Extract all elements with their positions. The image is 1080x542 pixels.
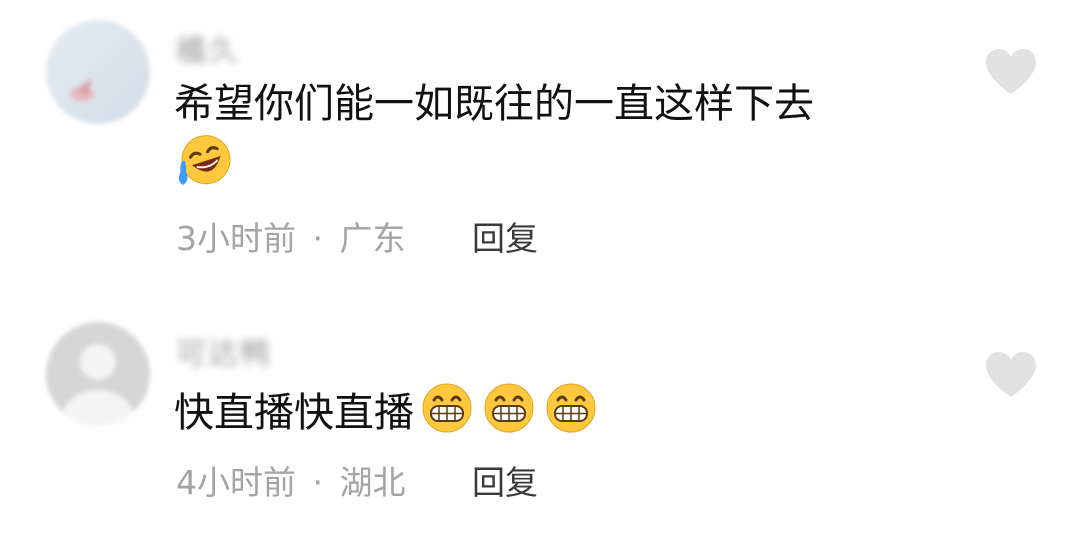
reply-button[interactable]: 回复	[472, 212, 538, 260]
grin-emoji	[546, 383, 596, 433]
comment-text-content: 快直播快直播	[174, 390, 414, 436]
grin-emoji	[422, 383, 472, 433]
meta-separator: ·	[312, 463, 324, 502]
comment-item: 橘久 希望你们能一如既往的一直这样下去 3小时前 · 广东 回复	[0, 0, 1080, 271]
comment-text: 希望你们能一如既往的一直这样下去	[174, 81, 814, 127]
comment-text: 快直播快直播	[174, 381, 600, 439]
reply-button[interactable]: 回复	[472, 456, 538, 504]
grin-emoji	[484, 383, 534, 433]
emoji-row	[176, 133, 234, 187]
heart-icon[interactable]	[984, 350, 1038, 400]
username[interactable]: 橘久	[176, 26, 240, 70]
avatar[interactable]	[46, 20, 150, 124]
username[interactable]: 可达鸭	[176, 329, 272, 373]
comment-location: 湖北	[339, 463, 406, 502]
comment-location: 广东	[339, 219, 406, 258]
meta-separator: ·	[312, 219, 324, 258]
comment-item: 可达鸭 快直播快直播 4小时前 · 湖北 回复	[0, 271, 1080, 542]
heart-icon[interactable]	[984, 47, 1038, 97]
comment-meta: 4小时前 · 湖北	[176, 456, 406, 504]
comment-meta: 3小时前 · 广东	[176, 212, 406, 260]
avatar[interactable]	[46, 322, 150, 426]
comment-time: 4小时前	[176, 463, 296, 502]
emoji-row	[418, 381, 600, 435]
laughing-tears-emoji	[178, 135, 231, 185]
comment-time: 3小时前	[176, 219, 296, 258]
